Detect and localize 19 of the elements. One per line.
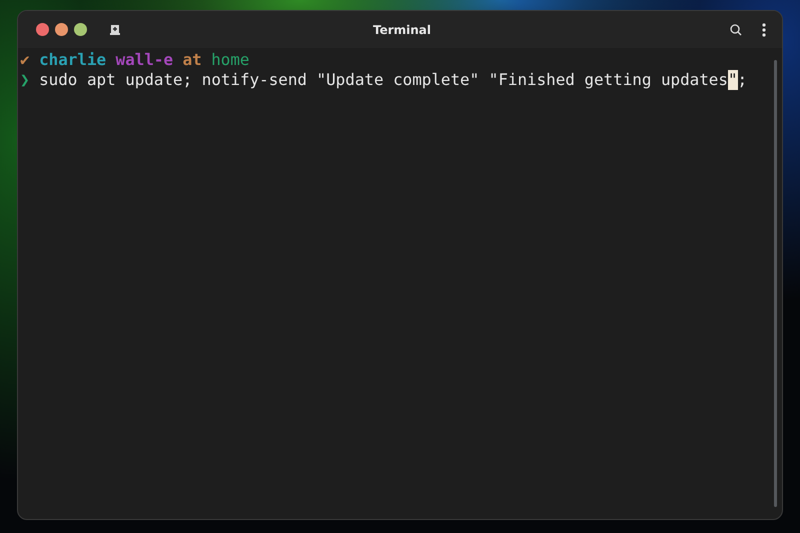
- scrollbar[interactable]: [774, 60, 777, 507]
- new-tab-icon: [109, 24, 121, 36]
- prompt-text: charlie: [39, 50, 106, 70]
- text-cursor: ": [728, 70, 738, 90]
- menu-button[interactable]: [760, 20, 768, 38]
- maximize-button[interactable]: [74, 23, 87, 36]
- close-button[interactable]: [36, 23, 49, 36]
- command-text: ;: [738, 70, 748, 90]
- prompt-text: home: [211, 50, 250, 70]
- menu-icon: [762, 22, 766, 36]
- search-icon: [730, 24, 742, 36]
- status-mark: ✔: [20, 50, 30, 70]
- search-button[interactable]: [728, 22, 744, 38]
- command-text: sudo apt update; notify-send "Update complete" "Finished getting updates: [39, 70, 728, 90]
- prompt-text: wall-e: [116, 50, 174, 70]
- prompt-symbol: ❯: [20, 70, 30, 90]
- minimize-button[interactable]: [55, 23, 68, 36]
- prompt-text: at: [182, 50, 202, 70]
- window-title: Terminal: [372, 22, 432, 36]
